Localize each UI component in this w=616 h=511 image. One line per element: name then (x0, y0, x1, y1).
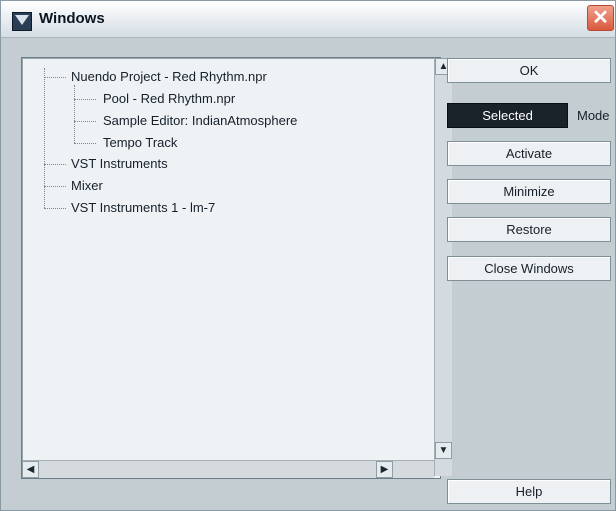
window-title: Windows (39, 10, 105, 27)
tree-connector (44, 208, 66, 209)
tree-item-mixer[interactable]: Mixer (71, 178, 103, 194)
tree-connector (44, 68, 45, 208)
close-button[interactable]: ✕ (587, 5, 614, 31)
tree-connector (44, 164, 66, 165)
minimize-button[interactable]: Minimize (447, 179, 611, 204)
app-icon (12, 12, 32, 31)
activate-button[interactable]: Activate (447, 141, 611, 166)
title-bar[interactable]: Windows ✕ (1, 1, 615, 38)
mode-selector[interactable]: Selected (447, 103, 568, 128)
restore-button[interactable]: Restore (447, 217, 611, 242)
tree-connector (74, 143, 96, 144)
tree-item-pool[interactable]: Pool - Red Rhythm.npr (103, 91, 235, 107)
mode-label: Mode (577, 108, 610, 123)
scroll-left-button[interactable]: ◀ (22, 461, 39, 478)
close-windows-button[interactable]: Close Windows (447, 256, 611, 281)
horizontal-scrollbar[interactable]: ◀ ▶ (22, 460, 434, 478)
tree-connector (44, 77, 66, 78)
scroll-right-button[interactable]: ▶ (376, 461, 393, 478)
tree-connector (74, 99, 96, 100)
tree-item-sample-editor[interactable]: Sample Editor: IndianAtmosphere (103, 113, 297, 129)
tree-connector (44, 186, 66, 187)
tree-connector (74, 121, 96, 122)
help-button[interactable]: Help (447, 479, 611, 504)
windows-dialog: Windows ✕ Nuendo Project - Red Rhythm.np… (0, 0, 616, 511)
tree-item-tempo-track[interactable]: Tempo Track (103, 135, 177, 151)
tree-item-nuendo-project[interactable]: Nuendo Project - Red Rhythm.npr (71, 69, 267, 85)
scroll-down-button[interactable]: ▼ (435, 442, 452, 459)
tree-item-vst-instruments-1[interactable]: VST Instruments 1 - lm-7 (71, 200, 215, 216)
tree-connector (74, 85, 75, 143)
tree-item-vst-instruments[interactable]: VST Instruments (71, 156, 168, 172)
ok-button[interactable]: OK (447, 58, 611, 83)
window-tree-panel: Nuendo Project - Red Rhythm.npr Pool - R… (21, 57, 452, 479)
